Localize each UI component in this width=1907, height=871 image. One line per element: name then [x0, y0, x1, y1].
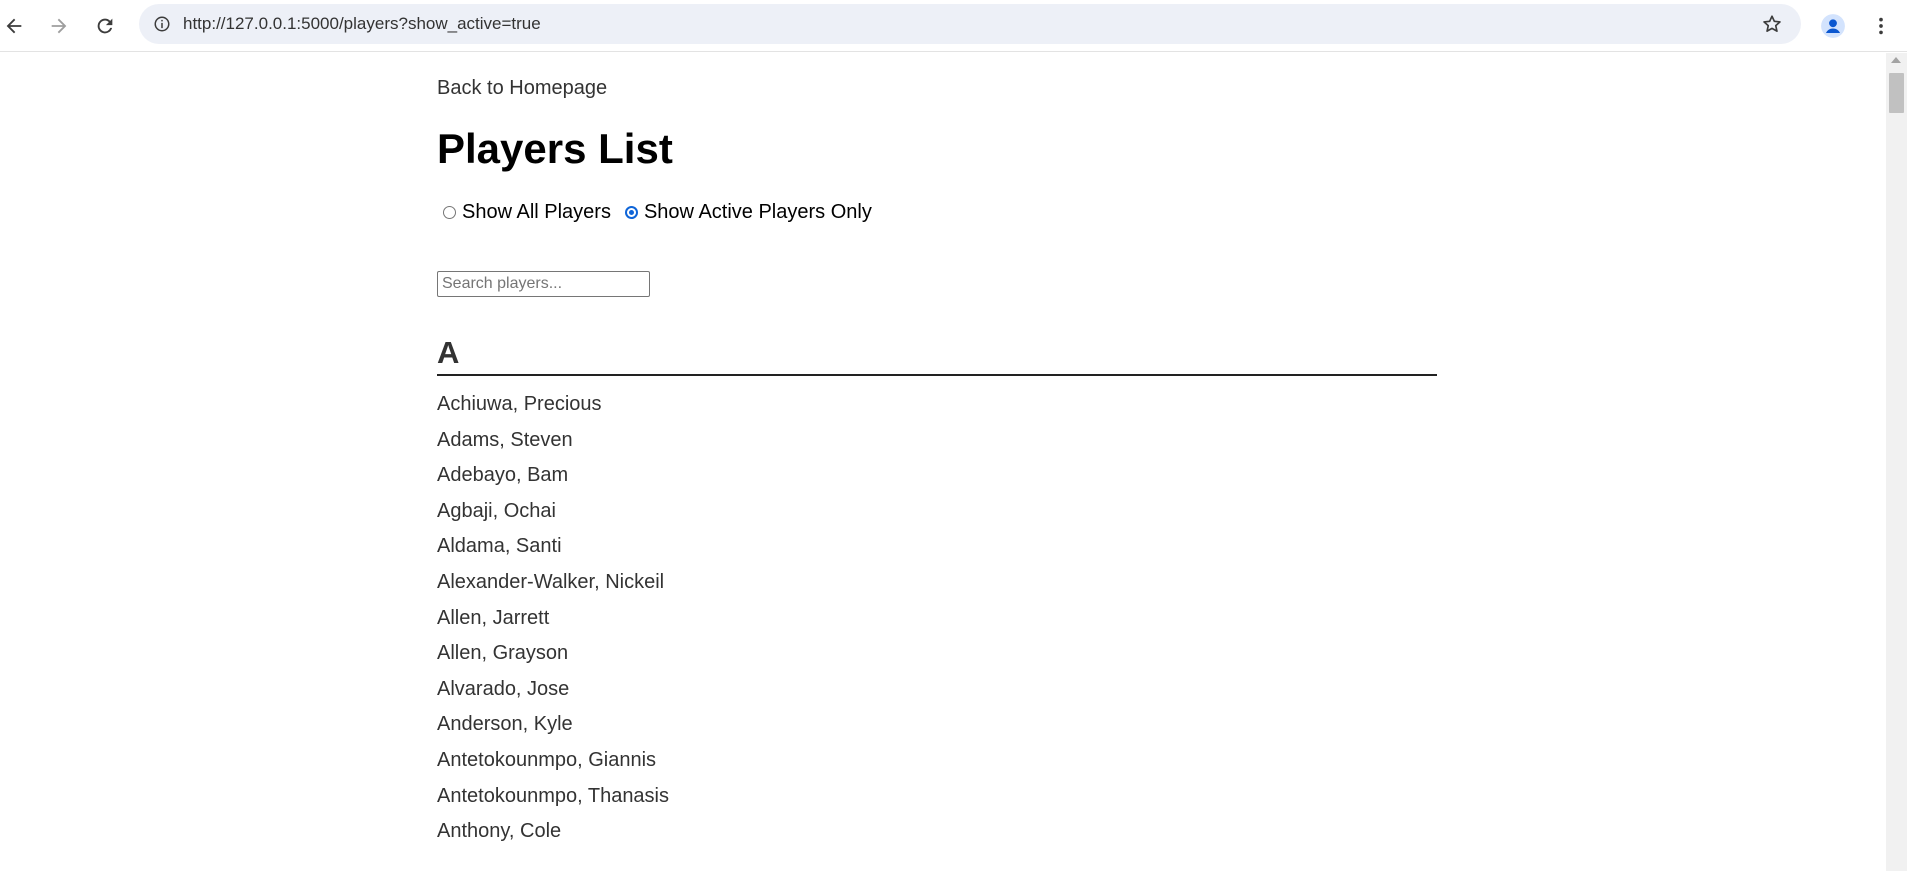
back-arrow-icon[interactable]	[0, 9, 31, 43]
player-filter-group: Show All Players Show Active Players Onl…	[437, 200, 880, 224]
player-list-item[interactable]: Aldama, Santi	[437, 534, 669, 570]
player-list-item[interactable]: Alvarado, Jose	[437, 677, 669, 713]
bookmark-star-icon[interactable]	[1757, 9, 1787, 39]
show-all-players-label[interactable]: Show All Players	[462, 201, 611, 224]
more-menu-icon[interactable]	[1864, 9, 1898, 43]
player-list-item[interactable]: Allen, Jarrett	[437, 606, 669, 642]
letter-section-heading: A	[437, 336, 1437, 376]
show-all-players-radio[interactable]	[443, 205, 456, 219]
player-list-item[interactable]: Allen, Grayson	[437, 641, 669, 677]
player-list-item[interactable]: Achiuwa, Precious	[437, 392, 669, 428]
address-bar[interactable]: http://127.0.0.1:5000/players?show_activ…	[139, 4, 1801, 44]
player-list-item[interactable]: Anthony, Cole	[437, 819, 669, 855]
player-list-item[interactable]: Agbaji, Ochai	[437, 499, 669, 535]
player-list-item[interactable]: Adebayo, Bam	[437, 463, 669, 499]
scroll-up-arrow-icon[interactable]	[1891, 57, 1901, 63]
show-active-players-radio[interactable]	[624, 205, 638, 219]
show-active-players-label[interactable]: Show Active Players Only	[644, 201, 872, 224]
page-scrollbar[interactable]	[1886, 53, 1907, 871]
player-list-item[interactable]: Adams, Steven	[437, 428, 669, 464]
back-to-homepage-link[interactable]: Back to Homepage	[437, 77, 607, 100]
reload-icon[interactable]	[88, 9, 122, 43]
url-text[interactable]: http://127.0.0.1:5000/players?show_activ…	[183, 14, 541, 34]
player-list-item[interactable]: Antetokounmpo, Thanasis	[437, 784, 669, 820]
search-players-input[interactable]	[437, 271, 650, 297]
scroll-thumb[interactable]	[1889, 73, 1904, 113]
player-list-item[interactable]: Antetokounmpo, Giannis	[437, 748, 669, 784]
profile-avatar-icon[interactable]	[1816, 9, 1850, 43]
forward-arrow-icon[interactable]	[42, 9, 76, 43]
player-list: Achiuwa, Precious Adams, Steven Adebayo, B…	[437, 392, 669, 855]
player-list-item[interactable]: Anderson, Kyle	[437, 712, 669, 748]
player-list-item[interactable]: Alexander-Walker, Nickeil	[437, 570, 669, 606]
site-info-icon[interactable]	[147, 9, 177, 39]
browser-toolbar: http://127.0.0.1:5000/players?show_activ…	[0, 0, 1907, 52]
page-title: Players List	[437, 125, 673, 172]
